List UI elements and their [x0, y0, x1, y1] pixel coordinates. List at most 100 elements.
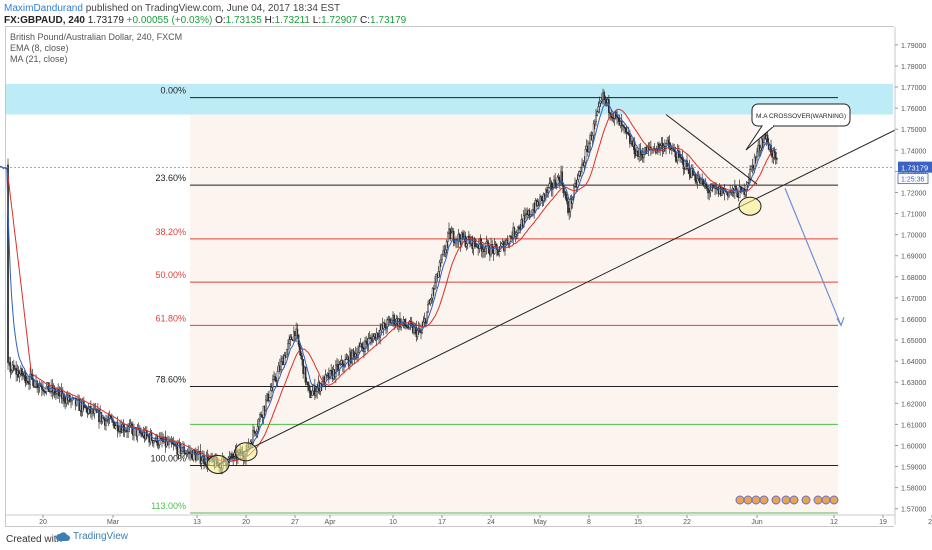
fib-label: 78.60% [155, 374, 186, 384]
candle-body [667, 139, 670, 143]
y-tick-label: 1.69000 [901, 254, 926, 261]
y-tick-label: 1.70000 [901, 233, 926, 240]
candle-body [600, 99, 603, 102]
legend-ma[interactable]: MA (21, close) [10, 54, 182, 65]
fib-label: 38.20% [155, 227, 186, 237]
candle-body [441, 254, 443, 261]
x-tick-label: 13 [193, 519, 201, 526]
x-tick-label: 20 [242, 519, 250, 526]
candle-body [588, 143, 590, 153]
candle-body [274, 376, 277, 381]
legend-ema[interactable]: EMA (8, close) [10, 43, 182, 54]
y-tick-label: 1.66000 [901, 317, 926, 324]
candle-body [775, 158, 778, 160]
x-tick-label: May [533, 519, 547, 526]
candle-body [506, 239, 509, 244]
candle-body [269, 390, 272, 398]
candle-body [438, 262, 441, 272]
event-marker-icon[interactable] [759, 495, 769, 505]
x-tick-label: 12 [830, 519, 838, 526]
y-tick-label: 1.64000 [901, 359, 926, 366]
event-marker-icon[interactable] [829, 495, 839, 505]
highlight-circle[interactable] [738, 196, 762, 216]
candle-body [21, 368, 23, 376]
candle-body [158, 437, 161, 445]
fib-label: 0.00% [160, 86, 186, 96]
candle-body [114, 425, 117, 429]
candle-body [554, 179, 557, 187]
candle-body [599, 100, 602, 104]
candle-body [591, 135, 594, 141]
price-chart[interactable]: 0.00%23.60%38.20%50.00%61.80%78.60%100.0… [0, 0, 932, 550]
candle-body [576, 179, 579, 188]
candle-body [514, 233, 517, 237]
last-price-tag-text: 1.73179 [901, 164, 928, 173]
y-tick-label: 1.71000 [901, 212, 926, 219]
tradingview-logo[interactable]: TradingView [56, 531, 128, 542]
candle-body [290, 336, 293, 341]
event-marker-icon[interactable] [781, 495, 791, 505]
candle-body [306, 381, 309, 386]
candle-body [311, 390, 314, 396]
candle-body [358, 346, 361, 353]
event-marker-icon[interactable] [821, 495, 831, 505]
x-tick-label: 17 [438, 519, 446, 526]
candle-body [547, 187, 550, 193]
candle-body [565, 198, 568, 202]
y-tick-label: 1.59000 [901, 465, 926, 472]
candle-body [498, 251, 501, 256]
highlight-circle[interactable] [234, 442, 258, 462]
candle-body [484, 247, 487, 252]
candle-body [352, 349, 355, 354]
candle-body [597, 106, 600, 112]
candle-body [287, 343, 289, 350]
callout-pointer-mask [763, 124, 773, 127]
event-marker-icon[interactable] [801, 495, 811, 505]
y-tick-label: 1.58000 [901, 486, 926, 493]
candle-body [431, 288, 434, 299]
candle-body [296, 328, 299, 336]
y-tick-label: 1.78000 [901, 64, 926, 71]
y-tick-label: 1.62000 [901, 401, 926, 408]
candle-body [444, 249, 447, 254]
candle-body [694, 174, 697, 181]
candle-body [564, 191, 567, 199]
candle-body [465, 243, 468, 247]
countdown-tag-text: 1:25:36 [901, 177, 924, 184]
cloud-icon [56, 531, 70, 541]
candle-body [759, 147, 762, 151]
y-tick-label: 1.72000 [901, 190, 926, 197]
candle-body [360, 343, 363, 348]
candle-body [430, 297, 433, 301]
candle-body [29, 373, 32, 385]
candle-body [437, 271, 440, 278]
candle-body [753, 157, 756, 169]
candle-body [299, 351, 302, 356]
tradingview-brand: TradingView [73, 531, 129, 542]
candle-body [285, 349, 288, 358]
event-marker-icon[interactable] [771, 495, 781, 505]
candle-body [625, 128, 628, 133]
highlight-circle[interactable] [206, 454, 230, 474]
candle-body [583, 162, 586, 166]
event-marker-icon[interactable] [743, 495, 753, 505]
y-tick-label: 1.74000 [901, 148, 926, 155]
candle-body [177, 442, 180, 455]
candle-body [87, 408, 90, 414]
x-tick-label: 20 [39, 519, 47, 526]
candle-body [109, 415, 112, 419]
event-marker-icon[interactable] [813, 495, 823, 505]
event-marker-icon[interactable] [751, 495, 761, 505]
candle-body [416, 330, 419, 338]
candle-body [596, 111, 599, 117]
candle-body [383, 322, 386, 328]
event-marker-icon[interactable] [789, 495, 799, 505]
candle-body [603, 92, 606, 100]
event-marker-icon[interactable] [735, 495, 745, 505]
candle-body [365, 340, 368, 344]
created-with-text: Created with [6, 534, 63, 545]
candle-body [308, 384, 310, 391]
candle-body [315, 391, 317, 396]
y-tick-label: 1.57000 [901, 507, 926, 514]
candle-body [747, 179, 750, 183]
